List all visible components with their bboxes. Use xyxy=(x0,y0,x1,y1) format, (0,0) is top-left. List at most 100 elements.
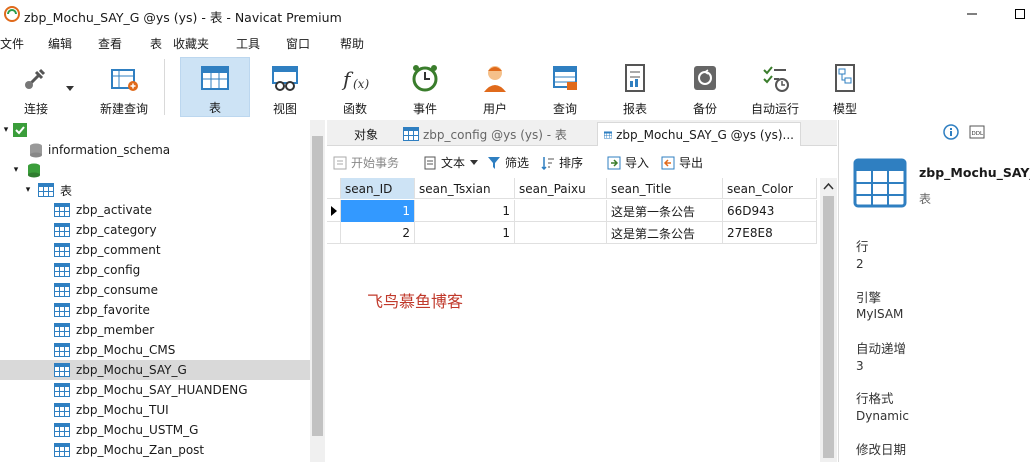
import-button[interactable]: 导入 xyxy=(607,154,649,171)
info-icon[interactable] xyxy=(943,124,959,140)
model-icon xyxy=(827,61,863,95)
table-row[interactable]: 2 1 这是第二条公告 27E8E8 xyxy=(327,222,817,244)
collapse-icon[interactable]: ▾ xyxy=(22,185,34,195)
collapse-icon[interactable]: ▾ xyxy=(10,165,22,175)
connect-dropdown-icon[interactable] xyxy=(66,81,74,95)
report-button[interactable]: 报表 xyxy=(606,57,664,117)
automation-button[interactable]: 自动运行 xyxy=(746,57,804,117)
table-cell[interactable] xyxy=(515,200,607,222)
tree-table-item[interactable]: zbp_Mochu_TUI xyxy=(0,400,310,420)
table-icon xyxy=(403,127,419,141)
report-icon xyxy=(617,61,653,95)
ddl-icon[interactable]: DDL xyxy=(969,124,985,140)
automation-icon xyxy=(757,61,793,95)
object-info-panel: DDL zbp_Mochu_SAY_ 表 行 2 引擎 MyISAM 自动递增 … xyxy=(838,120,1030,462)
table-cell[interactable]: 66D943 xyxy=(723,200,817,222)
table-cell[interactable]: 1 xyxy=(415,222,515,244)
table-cell[interactable]: 这是第一条公告 xyxy=(607,200,723,222)
tree-item-ys-database[interactable]: ▾ xyxy=(0,160,310,180)
database-icon xyxy=(28,163,40,178)
menu-edit[interactable]: 编辑 xyxy=(48,35,72,52)
sort-button[interactable]: 排序 xyxy=(541,154,583,171)
menu-file[interactable]: 文件 xyxy=(0,35,24,52)
tree-table-item[interactable]: zbp_Mochu_CMS xyxy=(0,340,310,360)
menu-view[interactable]: 查看 xyxy=(98,35,122,52)
tab-zbp-mochu-say-g[interactable]: zbp_Mochu_SAY_G @ys (ys)... xyxy=(597,122,801,146)
tree-table-item[interactable]: zbp_Mochu_USTM_G xyxy=(0,420,310,440)
event-button[interactable]: 事件 xyxy=(396,57,454,117)
begin-transaction-button[interactable]: 开始事务 xyxy=(333,154,399,171)
tree-table-label: zbp_category xyxy=(76,223,157,237)
tree-folder-tables[interactable]: ▾ 表 xyxy=(0,180,310,200)
table-cell[interactable] xyxy=(515,222,607,244)
table-icon xyxy=(54,243,70,257)
tree-table-item[interactable]: zbp_favorite xyxy=(0,300,310,320)
column-header[interactable]: sean_Tsxian xyxy=(415,178,515,199)
table-icon xyxy=(54,303,70,317)
table-cell[interactable]: 2 xyxy=(341,222,415,244)
function-button[interactable]: f (x) 函数 xyxy=(326,57,384,117)
object-type: 表 xyxy=(919,192,932,206)
new-query-button[interactable]: 新建查询 xyxy=(84,57,164,117)
column-header[interactable]: sean_ID xyxy=(341,178,415,199)
tree-table-item[interactable]: zbp_Mochu_SAY_G xyxy=(0,360,310,380)
modified-date-label: 修改日期 xyxy=(856,442,907,457)
tree-table-item[interactable]: zbp_config xyxy=(0,260,310,280)
column-header[interactable]: sean_Paixu xyxy=(515,178,607,199)
connection-label: ys xyxy=(32,123,46,137)
column-header[interactable]: sean_Color xyxy=(723,178,817,199)
text-button[interactable]: 文本 xyxy=(423,154,479,171)
column-header[interactable]: sean_Title xyxy=(607,178,723,199)
navicat-logo-icon xyxy=(4,6,20,22)
grid-scrollbar[interactable] xyxy=(820,178,837,462)
tree-table-item[interactable]: zbp_member xyxy=(0,320,310,340)
tree-item-information-schema[interactable]: information_schema xyxy=(0,140,310,160)
menu-favorites[interactable]: 收藏夹 xyxy=(173,35,209,52)
tree-table-item[interactable]: zbp_comment xyxy=(0,240,310,260)
query-button[interactable]: 查询 xyxy=(536,57,594,117)
toolbar-separator xyxy=(164,59,165,115)
tree-table-item[interactable]: zbp_Mochu_Zan_post xyxy=(0,440,310,460)
table-icon xyxy=(54,363,70,377)
object-name: zbp_Mochu_SAY_ xyxy=(919,165,1030,180)
backup-button[interactable]: 备份 xyxy=(676,57,734,117)
minimize-icon xyxy=(967,13,977,15)
chevron-down-icon xyxy=(470,159,479,165)
table-row[interactable]: 1 1 这是第一条公告 66D943 xyxy=(327,200,817,222)
table-button[interactable]: 表 xyxy=(180,57,250,117)
tree-connection-ys[interactable]: ▾ ys xyxy=(0,120,310,140)
user-button[interactable]: 用户 xyxy=(466,57,524,117)
table-cell[interactable]: 1 xyxy=(415,200,515,222)
scrollbar-thumb[interactable] xyxy=(312,136,323,436)
tab-zbp-config[interactable]: zbp_config @ys (ys) - 表 xyxy=(397,122,597,146)
tree-table-item[interactable]: zbp_category xyxy=(0,220,310,240)
view-button[interactable]: 视图 xyxy=(256,57,314,117)
tree-table-item[interactable]: zbp_Mochu_SAY_HUANDENG xyxy=(0,380,310,400)
scrollbar-thumb[interactable] xyxy=(823,196,834,458)
table-icon xyxy=(54,343,70,357)
tree-table-item[interactable]: zbp_consume xyxy=(0,280,310,300)
export-button[interactable]: 导出 xyxy=(661,154,703,171)
auto-increment-label: 自动递增 xyxy=(856,341,907,356)
table-cell[interactable]: 27E8E8 xyxy=(723,222,817,244)
table-cell[interactable]: 1 xyxy=(341,200,415,222)
scroll-up-icon[interactable] xyxy=(820,180,837,194)
menu-table[interactable]: 表 xyxy=(150,35,162,52)
minimize-button[interactable] xyxy=(962,4,982,24)
plug-icon xyxy=(18,61,54,95)
menu-window[interactable]: 窗口 xyxy=(286,35,310,52)
connect-button[interactable]: 连接 xyxy=(8,57,64,117)
tab-objects[interactable]: 对象 xyxy=(335,122,397,146)
menu-help[interactable]: 帮助 xyxy=(340,35,364,52)
filter-button[interactable]: 筛选 xyxy=(487,154,529,171)
table-cell[interactable]: 这是第二条公告 xyxy=(607,222,723,244)
tree-scrollbar[interactable] xyxy=(310,120,325,462)
table-large-icon xyxy=(853,158,907,208)
tree-table-item[interactable]: zbp_activate xyxy=(0,200,310,220)
maximize-button[interactable] xyxy=(1010,4,1030,24)
model-button[interactable]: 模型 xyxy=(816,57,874,117)
table-icon xyxy=(54,443,70,457)
user-icon xyxy=(477,61,513,95)
collapse-icon[interactable]: ▾ xyxy=(0,125,12,135)
menu-tools[interactable]: 工具 xyxy=(236,35,260,52)
